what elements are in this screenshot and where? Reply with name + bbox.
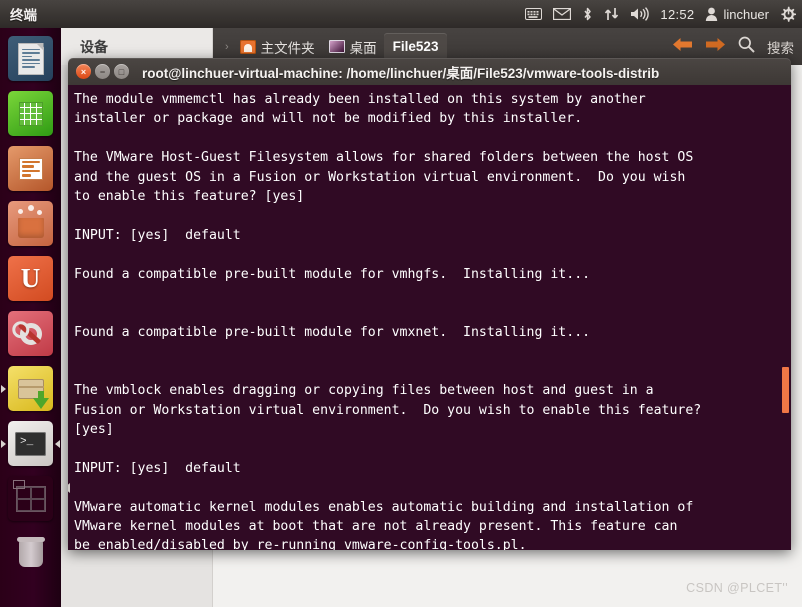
running-pip-left xyxy=(1,384,6,393)
bluetooth-icon[interactable] xyxy=(582,0,593,28)
update-manager-icon xyxy=(8,366,53,411)
terminal-output: The module vmmemctl has already been ins… xyxy=(74,92,702,550)
breadcrumb-item-file523[interactable]: File523 xyxy=(383,33,448,60)
terminal-scrollbar[interactable] xyxy=(782,85,790,550)
breadcrumb-item-desktop[interactable]: 桌面 xyxy=(322,34,384,60)
launcher-update-manager[interactable] xyxy=(0,361,61,416)
network-icon[interactable] xyxy=(604,0,619,28)
watermark: CSDN @PLCET'' xyxy=(686,581,788,595)
focused-pip-right xyxy=(55,439,60,448)
maximize-icon[interactable]: □ xyxy=(114,64,129,79)
gear-power-icon[interactable] xyxy=(780,0,796,28)
terminal-icon: >_ xyxy=(8,421,53,466)
launcher-workspace-switcher[interactable] xyxy=(0,471,61,526)
launcher-libreoffice-calc[interactable] xyxy=(0,86,61,141)
home-folder-icon xyxy=(239,39,256,54)
terminal-title: root@linchuer-virtual-machine: /home/lin… xyxy=(142,65,660,81)
ubuntu-one-icon: U xyxy=(8,256,53,301)
user-icon xyxy=(706,7,718,21)
terminal-body[interactable]: The module vmmemctl has already been ins… xyxy=(68,85,791,550)
terminal-window: × − □ root@linchuer-virtual-machine: /ho… xyxy=(68,58,791,550)
libreoffice-calc-icon xyxy=(8,91,53,136)
panel-app-name[interactable]: 终端 xyxy=(10,4,37,24)
desktop-icon xyxy=(328,40,345,53)
sidebar-header-label: 设备 xyxy=(80,38,108,55)
launcher-terminal[interactable]: >_ xyxy=(0,416,61,471)
top-panel: 终端 12:52 linchuer xyxy=(0,0,802,28)
launcher-trash[interactable] xyxy=(0,526,61,581)
breadcrumb-separator: › xyxy=(225,40,229,53)
breadcrumb-label: 桌面 xyxy=(349,40,377,56)
breadcrumb-item-home[interactable]: 主文件夹 xyxy=(233,34,322,60)
libreoffice-writer-icon xyxy=(8,36,53,81)
terminal-titlebar[interactable]: × − □ root@linchuer-virtual-machine: /ho… xyxy=(68,58,791,85)
panel-indicator-area: 12:52 linchuer xyxy=(525,0,796,28)
breadcrumb-label: File523 xyxy=(392,39,439,54)
forward-icon[interactable] xyxy=(705,37,726,57)
terminal-scrollbar-thumb[interactable] xyxy=(782,367,789,413)
user-menu[interactable]: linchuer xyxy=(705,7,769,22)
mail-icon[interactable] xyxy=(553,0,572,28)
user-name: linchuer xyxy=(723,6,769,22)
launcher-software-center[interactable] xyxy=(0,196,61,251)
window-edge-arrow-icon xyxy=(68,483,70,493)
system-settings-icon xyxy=(8,311,53,356)
search-icon[interactable] xyxy=(738,36,755,58)
launcher-system-settings[interactable] xyxy=(0,306,61,361)
unity-launcher: U >_ xyxy=(0,28,61,607)
workspace-switcher-icon xyxy=(8,476,53,521)
libreoffice-impress-icon xyxy=(8,146,53,191)
keyboard-icon[interactable] xyxy=(525,0,543,28)
trash-icon xyxy=(8,531,53,576)
close-icon[interactable]: × xyxy=(76,64,91,79)
search-label[interactable]: 搜索 xyxy=(767,37,794,57)
launcher-ubuntu-one[interactable]: U xyxy=(0,251,61,306)
launcher-libreoffice-writer[interactable] xyxy=(0,31,61,86)
volume-icon[interactable] xyxy=(630,0,650,28)
running-pip-left xyxy=(1,439,6,448)
minimize-icon[interactable]: − xyxy=(95,64,110,79)
software-center-icon xyxy=(8,201,53,246)
back-icon[interactable] xyxy=(672,37,693,57)
clock[interactable]: 12:52 xyxy=(660,7,694,22)
breadcrumb-label: 主文件夹 xyxy=(260,40,315,56)
launcher-libreoffice-impress[interactable] xyxy=(0,141,61,196)
desktop-screen: 终端 12:52 linchuer U >_ 设备 › 主文件夹 桌面 File… xyxy=(0,0,802,607)
